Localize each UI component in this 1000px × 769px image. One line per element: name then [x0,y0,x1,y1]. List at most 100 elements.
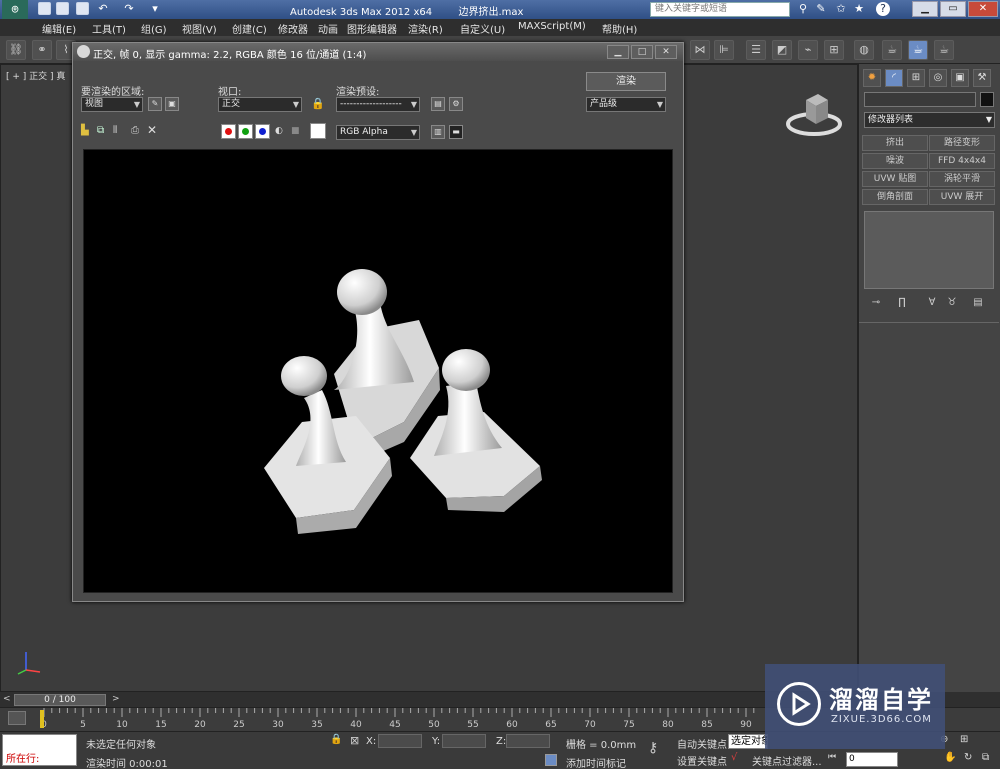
render-window-close-button[interactable]: ✕ [655,45,677,59]
save-image-icon[interactable]: ▙ [81,125,89,136]
display-tab-icon[interactable]: ▣ [951,69,969,87]
redo-icon[interactable]: ↷ [122,2,136,16]
render-setup-icon[interactable]: ☕ [882,40,902,60]
clear-image-icon[interactable]: ✕ [147,123,157,137]
create-tab-icon[interactable]: ✹ [863,69,881,87]
curve-editor-icon[interactable]: ⌁ [798,40,818,60]
menu-tools[interactable]: 工具(T) [92,21,126,36]
menu-customize[interactable]: 自定义(U) [460,21,505,36]
close-button[interactable]: ✕ [968,1,998,17]
pan-icon[interactable]: ✋ [944,752,956,763]
modifier-turbosmooth-button[interactable]: 涡轮平滑 [929,171,995,187]
help-icon[interactable]: ? [876,2,890,16]
key-mode-dropdown[interactable]: 选定对象 [728,734,768,749]
tools-icon[interactable]: ✎ [814,2,828,16]
mirror-icon[interactable]: ⋈ [690,40,710,60]
new-file-icon[interactable] [38,2,51,15]
menu-views[interactable]: 视图(V) [182,21,217,36]
green-channel-toggle[interactable] [238,124,253,139]
menu-animation[interactable]: 动画 [318,21,338,36]
modifier-bevel-profile-button[interactable]: 倒角剖面 [862,189,928,205]
star-icon[interactable]: ✩ [834,2,848,16]
schematic-view-icon[interactable]: ⊞ [824,40,844,60]
search-input[interactable]: 键入关键字或短语 [650,2,790,17]
modifier-list-dropdown[interactable]: 修改器列表 ▼ [864,112,995,128]
make-unique-icon[interactable]: ∀ [925,296,939,310]
minimize-button[interactable]: ▁ [912,1,938,17]
menu-graph-editors[interactable]: 图形编辑器 [347,21,397,36]
render-button[interactable]: 渲染 [586,72,666,91]
x-coordinate-field[interactable] [378,734,422,748]
quick-access-dropdown-icon[interactable]: ▾ [148,2,162,16]
maximize-button[interactable]: ▭ [940,1,966,17]
modifier-unwrap-uvw-button[interactable]: UVW 展开 [929,189,995,205]
modifier-path-deform-button[interactable]: 路径变形 [929,135,995,151]
absolute-mode-icon[interactable]: ⊠ [350,734,359,747]
menu-create[interactable]: 创建(C) [232,21,267,36]
graphite-tools-icon[interactable]: ◩ [772,40,792,60]
time-slider[interactable]: 0 / 100 [14,694,106,706]
menu-modifiers[interactable]: 修改器 [278,21,308,36]
object-name-field[interactable] [864,92,976,107]
zoom-extents-icon[interactable]: ⊞ [960,734,968,745]
material-editor-icon[interactable]: ◍ [854,40,874,60]
menu-maxscript[interactable]: MAXScript(M) [518,21,586,32]
render-window-maximize-button[interactable]: □ [631,45,653,59]
z-coordinate-field[interactable] [506,734,550,748]
lock-icon[interactable]: 🔒 [311,97,325,111]
viewport-label[interactable]: [ + ] 正交 ] 真 [6,69,65,82]
clone-window-icon[interactable]: ⫴ [113,125,117,136]
viewcube-icon[interactable] [786,90,842,140]
go-to-start-icon[interactable]: ⏮ [828,752,836,762]
swatch-color-box[interactable] [310,123,326,139]
link-icon[interactable]: ⛓ [6,40,26,60]
area-to-render-dropdown[interactable]: 视图 ▼ [81,97,143,112]
copy-image-icon[interactable]: ⧉ [97,125,104,136]
viewport-select-dropdown[interactable]: 正交 ▼ [218,97,302,112]
render-window-titlebar[interactable]: 正交, 帧 0, 显示 gamma: 2.2, RGBA 颜色 16 位/通道 … [73,43,683,61]
show-end-result-icon[interactable]: ∏ [895,296,909,310]
menu-group[interactable]: 组(G) [141,21,167,36]
modify-tab-icon[interactable]: ◜ [885,69,903,87]
key-filters-button[interactable]: 关键点过滤器... [752,753,822,768]
object-color-swatch[interactable] [980,92,994,107]
render-quality-dropdown[interactable]: 产品级 ▼ [586,97,666,112]
key-icon[interactable]: ⚷ [648,740,658,756]
red-channel-toggle[interactable] [221,124,236,139]
modifier-stack[interactable] [864,211,994,289]
mini-curve-editor-icon[interactable] [8,711,26,725]
render-window-minimize-button[interactable]: ▁ [607,45,629,59]
modifier-ffd-button[interactable]: FFD 4x4x4 [929,153,995,169]
unlink-icon[interactable]: ⚭ [32,40,52,60]
y-coordinate-field[interactable] [442,734,486,748]
render-production-icon[interactable]: ☕ [934,40,954,60]
menu-help[interactable]: 帮助(H) [602,21,637,36]
pin-stack-icon[interactable]: ⊸ [869,296,883,310]
environment-effects-icon[interactable]: ⚙ [449,97,463,111]
auto-key-button[interactable]: 自动关键点 [677,736,727,751]
modifier-noise-button[interactable]: 噪波 [862,153,928,169]
modifier-uvw-map-button[interactable]: UVW 贴图 [862,171,928,187]
edit-region-icon[interactable]: ✎ [148,97,162,111]
binoculars-icon[interactable]: ⚲ [796,2,810,16]
selection-lock-icon[interactable]: 🔒 [330,734,342,745]
add-time-tag-button[interactable]: 添加时间标记 [566,755,626,769]
remove-modifier-icon[interactable]: ♉ [945,296,959,310]
configure-sets-icon[interactable]: ▤ [971,296,985,310]
orbit-icon[interactable]: ↻ [964,752,972,763]
frame-ruler[interactable]: 0 5 10 15 20 25 30 35 40 45 50 55 60 65 70 75 80 85 90 [42,708,762,730]
prev-frame-icon[interactable]: < [3,694,11,704]
save-file-icon[interactable] [76,2,89,15]
utilities-tab-icon[interactable]: ⚒ [973,69,991,87]
render-preset-dropdown[interactable]: ------------------- ▼ [336,97,420,112]
menu-edit[interactable]: 编辑(E) [42,21,76,36]
toggle-ui-overlay-icon[interactable]: ▥ [431,125,445,139]
undo-icon[interactable]: ↶ [96,2,110,16]
motion-tab-icon[interactable]: ◎ [929,69,947,87]
rendered-frame-window-icon[interactable]: ☕ [908,40,928,60]
menu-rendering[interactable]: 渲染(R) [408,21,443,36]
toggle-ui-icon[interactable]: ▬ [449,125,463,139]
key-filter-icon[interactable]: √ [731,752,737,763]
set-key-button[interactable]: 设置关键点 [677,753,727,768]
maximize-viewport-icon[interactable]: ⧉ [982,752,989,763]
